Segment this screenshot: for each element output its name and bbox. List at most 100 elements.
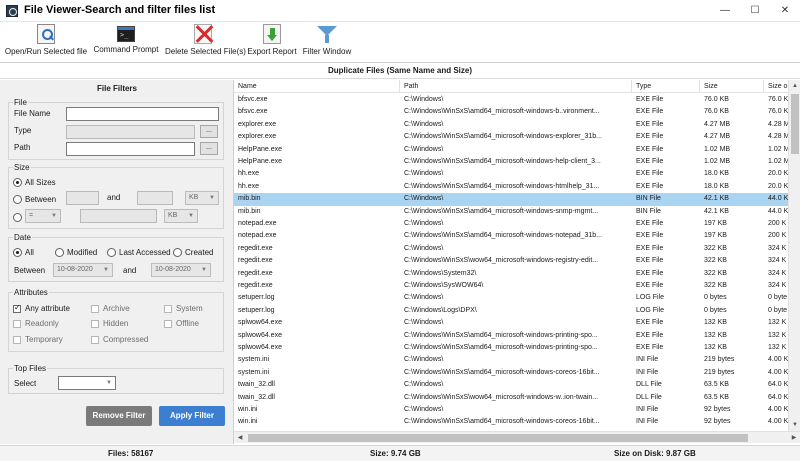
cell-name: bfsvc.exe [238,108,268,116]
table-row[interactable]: explorer.exe C:\Windows\WinSxS\amd64_micr… [234,131,788,143]
column-header-path[interactable]: Path [400,80,632,93]
size-operator-select[interactable]: = ▼ [25,209,61,223]
cell-path: C:\Windows\WinSxS\amd64_microsoft-window… [404,418,600,426]
system-checkbox[interactable] [164,305,172,313]
table-row[interactable]: splwow64.exe C:\Windows\WinSxS\amd64_micr… [234,342,788,354]
table-row[interactable]: regedit.exe C:\Windows\WinSxS\wow64_micro… [234,255,788,267]
last-accessed-radio[interactable] [107,248,116,257]
path-browse-button[interactable]: ... [200,142,218,155]
table-row[interactable]: setuperr.log C:\Windows\Logs\DPX\ LOG File… [234,305,788,317]
cell-size-on-disk: 4.00 K [768,368,788,376]
vertical-scroll-thumb[interactable] [791,94,799,154]
table-row[interactable]: system.ini C:\Windows\WinSxS\amd64_micros… [234,367,788,379]
top-files-title: Top Files [13,364,48,373]
scroll-down-arrow-icon[interactable]: ▼ [789,419,800,431]
cell-path: C:\Windows\ [404,96,444,103]
offline-checkbox[interactable] [164,320,172,328]
open-run-button[interactable]: Open/Run Selected file [4,24,88,60]
size-max-input[interactable] [137,191,173,205]
export-report-button[interactable]: Export Report [246,24,298,60]
size-unit-select[interactable]: KB ▼ [185,191,219,205]
table-row[interactable]: setuperr.log C:\Windows\ LOG File 0 bytes 0 … [234,292,788,304]
size-value-input[interactable] [80,209,157,223]
table-row[interactable]: hh.exe C:\Windows\ EXE File 18.0 KB 20.0 K [234,168,788,180]
table-row[interactable]: HelpPane.exe C:\Windows\WinSxS\amd64_micr… [234,156,788,168]
all-sizes-radio[interactable] [13,178,22,187]
scroll-left-arrow-icon[interactable]: ◀ [234,432,246,444]
cell-type: EXE File [636,182,664,190]
close-button[interactable]: ✕ [770,0,800,22]
delete-files-button[interactable]: Delete Selected File(s) [165,24,246,60]
type-browse-button[interactable]: ... [200,125,218,138]
top-files-select[interactable]: ▼ [58,376,116,390]
date-from-picker[interactable]: 10-08-2020 ▼ [53,263,113,277]
command-prompt-button[interactable]: Command Prompt [92,24,160,60]
open-file-icon [37,24,55,44]
table-row[interactable]: notepad.exe C:\Windows\WinSxS\amd64_micro… [234,230,788,242]
table-row[interactable]: bfsvc.exe C:\Windows\ EXE File 76.0 KB 76.0 … [234,94,788,106]
horizontal-scroll-thumb[interactable] [248,434,748,442]
scroll-up-arrow-icon[interactable]: ▲ [789,80,800,92]
table-row[interactable]: regedit.exe C:\Windows\ EXE File 322 KB 324 … [234,243,788,255]
any-attribute-checkbox[interactable] [13,303,21,313]
table-row[interactable]: regedit.exe C:\Windows\SysWOW64\ EXE File 3… [234,280,788,292]
size-min-input[interactable] [66,191,99,205]
remove-filter-button[interactable]: Remove Filter [86,406,152,426]
cell-name: regedit.exe [238,257,273,265]
table-row[interactable]: explorer.exe C:\Windows\ EXE File 4.27 MB 4.… [234,119,788,131]
minimize-button[interactable]: — [710,0,740,22]
size-compare-radio[interactable] [13,213,22,222]
path-input[interactable] [66,142,195,156]
temporary-checkbox[interactable] [13,336,21,344]
cell-name: HelpPane.exe [238,158,282,165]
filter-window-button[interactable]: Filter Window [302,24,352,60]
cell-size-on-disk: 76.0 K [768,108,788,116]
readonly-checkbox[interactable] [13,320,21,328]
modified-radio[interactable] [55,248,64,257]
hidden-label: Hidden [103,319,129,328]
attributes-group: Attributes Any attribute Archive System … [8,288,224,352]
compressed-checkbox[interactable] [91,336,99,344]
table-row[interactable]: splwow64.exe C:\Windows\WinSxS\amd64_micr… [234,330,788,342]
vertical-scrollbar[interactable]: ▲ ▼ [788,80,800,431]
file-name-input[interactable] [66,107,219,121]
size-between-radio[interactable] [13,195,22,204]
archive-checkbox[interactable] [91,305,99,313]
date-to-picker[interactable]: 10-08-2020 ▼ [151,263,211,277]
table-row[interactable]: system.ini C:\Windows\ INI File 219 bytes 4.… [234,354,788,366]
cell-size: 0 bytes [704,294,727,302]
created-radio[interactable] [173,248,182,257]
cell-name: notepad.exe [238,220,277,227]
table-row[interactable]: bfsvc.exe C:\Windows\WinSxS\amd64_microso… [234,106,788,118]
column-header-name[interactable]: Name [234,80,400,93]
table-row[interactable]: win.ini C:\Windows\ INI File 92 bytes 4.00 K [234,404,788,416]
cell-type: EXE File [636,120,664,128]
date-all-radio[interactable] [13,248,22,257]
scroll-right-arrow-icon[interactable]: ▶ [788,432,800,444]
filter-window-label: Filter Window [302,47,352,56]
type-input[interactable] [66,125,195,139]
column-header-size-on-disk[interactable]: Size o [764,80,788,93]
table-row[interactable]: HelpPane.exe C:\Windows\ EXE File 1.02 MB 1.… [234,144,788,156]
hidden-checkbox[interactable] [91,320,99,328]
table-row[interactable]: mib.bin C:\Windows\WinSxS\amd64_microsoft… [234,206,788,218]
cell-name: system.ini [238,356,270,364]
size-on-disk: Size on Disk: 9.87 GB [614,449,696,458]
delete-files-label: Delete Selected File(s) [165,47,246,56]
size-unit2-select[interactable]: KB ▼ [164,209,198,223]
table-row[interactable]: win.ini C:\Windows\WinSxS\amd64_microsoft… [234,416,788,428]
table-row[interactable]: hh.exe C:\Windows\WinSxS\amd64_microsoft-… [234,181,788,193]
apply-filter-button[interactable]: Apply Filter [159,406,225,426]
table-row[interactable]: notepad.exe C:\Windows\ EXE File 197 KB 200 … [234,218,788,230]
table-row[interactable]: twain_32.dll C:\Windows\ DLL File 63.5 KB 64… [234,379,788,391]
table-row[interactable]: mib.bin C:\Windows\ BIN File 42.1 KB 44.0 K [234,193,788,206]
table-row[interactable]: twain_32.dll C:\Windows\WinSxS\wow64_micr… [234,392,788,404]
cell-size-on-disk: 0 byte [768,294,788,302]
table-row[interactable]: splwow64.exe C:\Windows\ EXE File 132 KB 132… [234,317,788,329]
maximize-button[interactable]: ☐ [740,0,770,22]
column-header-size[interactable]: Size [700,80,764,93]
table-row[interactable]: regedit.exe C:\Windows\System32\ EXE File 3… [234,268,788,280]
horizontal-scrollbar[interactable]: ◀ ▶ [234,431,800,443]
size-group-title: Size [13,163,31,172]
column-header-type[interactable]: Type [632,80,700,93]
